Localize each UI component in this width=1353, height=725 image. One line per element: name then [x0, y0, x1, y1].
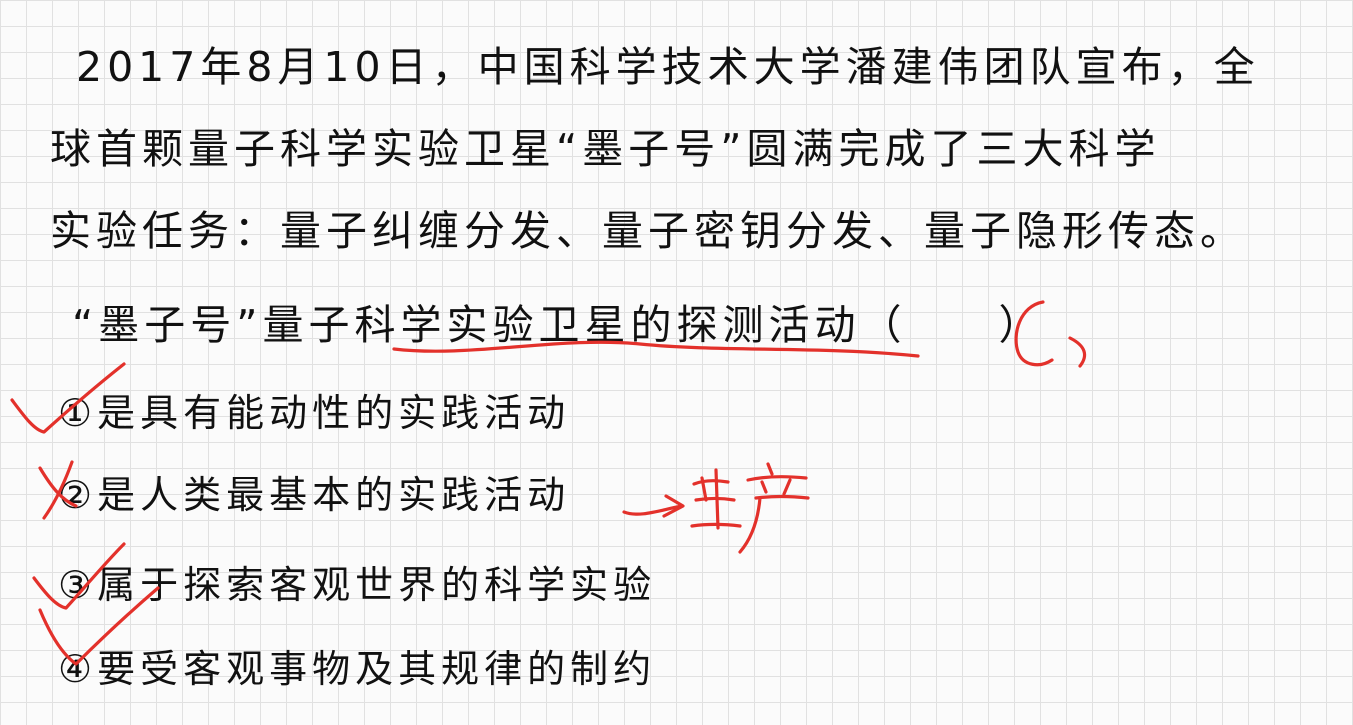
arrow-icon — [622, 504, 684, 516]
option-2: ②是人类最基本的实践活动 — [58, 473, 571, 517]
paren-mark — [1068, 336, 1087, 368]
handwritten-annotations — [10, 300, 1087, 666]
option-4: ④要受客观事物及其规律的制约 — [58, 647, 657, 691]
note-mark — [690, 462, 810, 554]
question-line-2: 球首颗量子科学实验卫星“墨子号”圆满完成了三大科学 — [50, 125, 1161, 173]
document-page: 2017年8月10日，中国科学技术大学潘建伟团队宣布，全 球首颗量子科学实验卫星… — [0, 0, 1353, 725]
question-line-1: 2017年8月10日，中国科学技术大学潘建伟团队宣布，全 — [76, 43, 1260, 91]
question-stem: “墨子号”量子科学实验卫星的探测活动（ ） — [72, 301, 1045, 349]
option-3: ③属于探索客观世界的科学实验 — [58, 563, 657, 607]
option-1: ①是具有能动性的实践活动 — [58, 391, 571, 435]
question-line-3: 实验任务：量子纠缠分发、量子密钥分发、量子隐形传态。 — [50, 207, 1246, 255]
